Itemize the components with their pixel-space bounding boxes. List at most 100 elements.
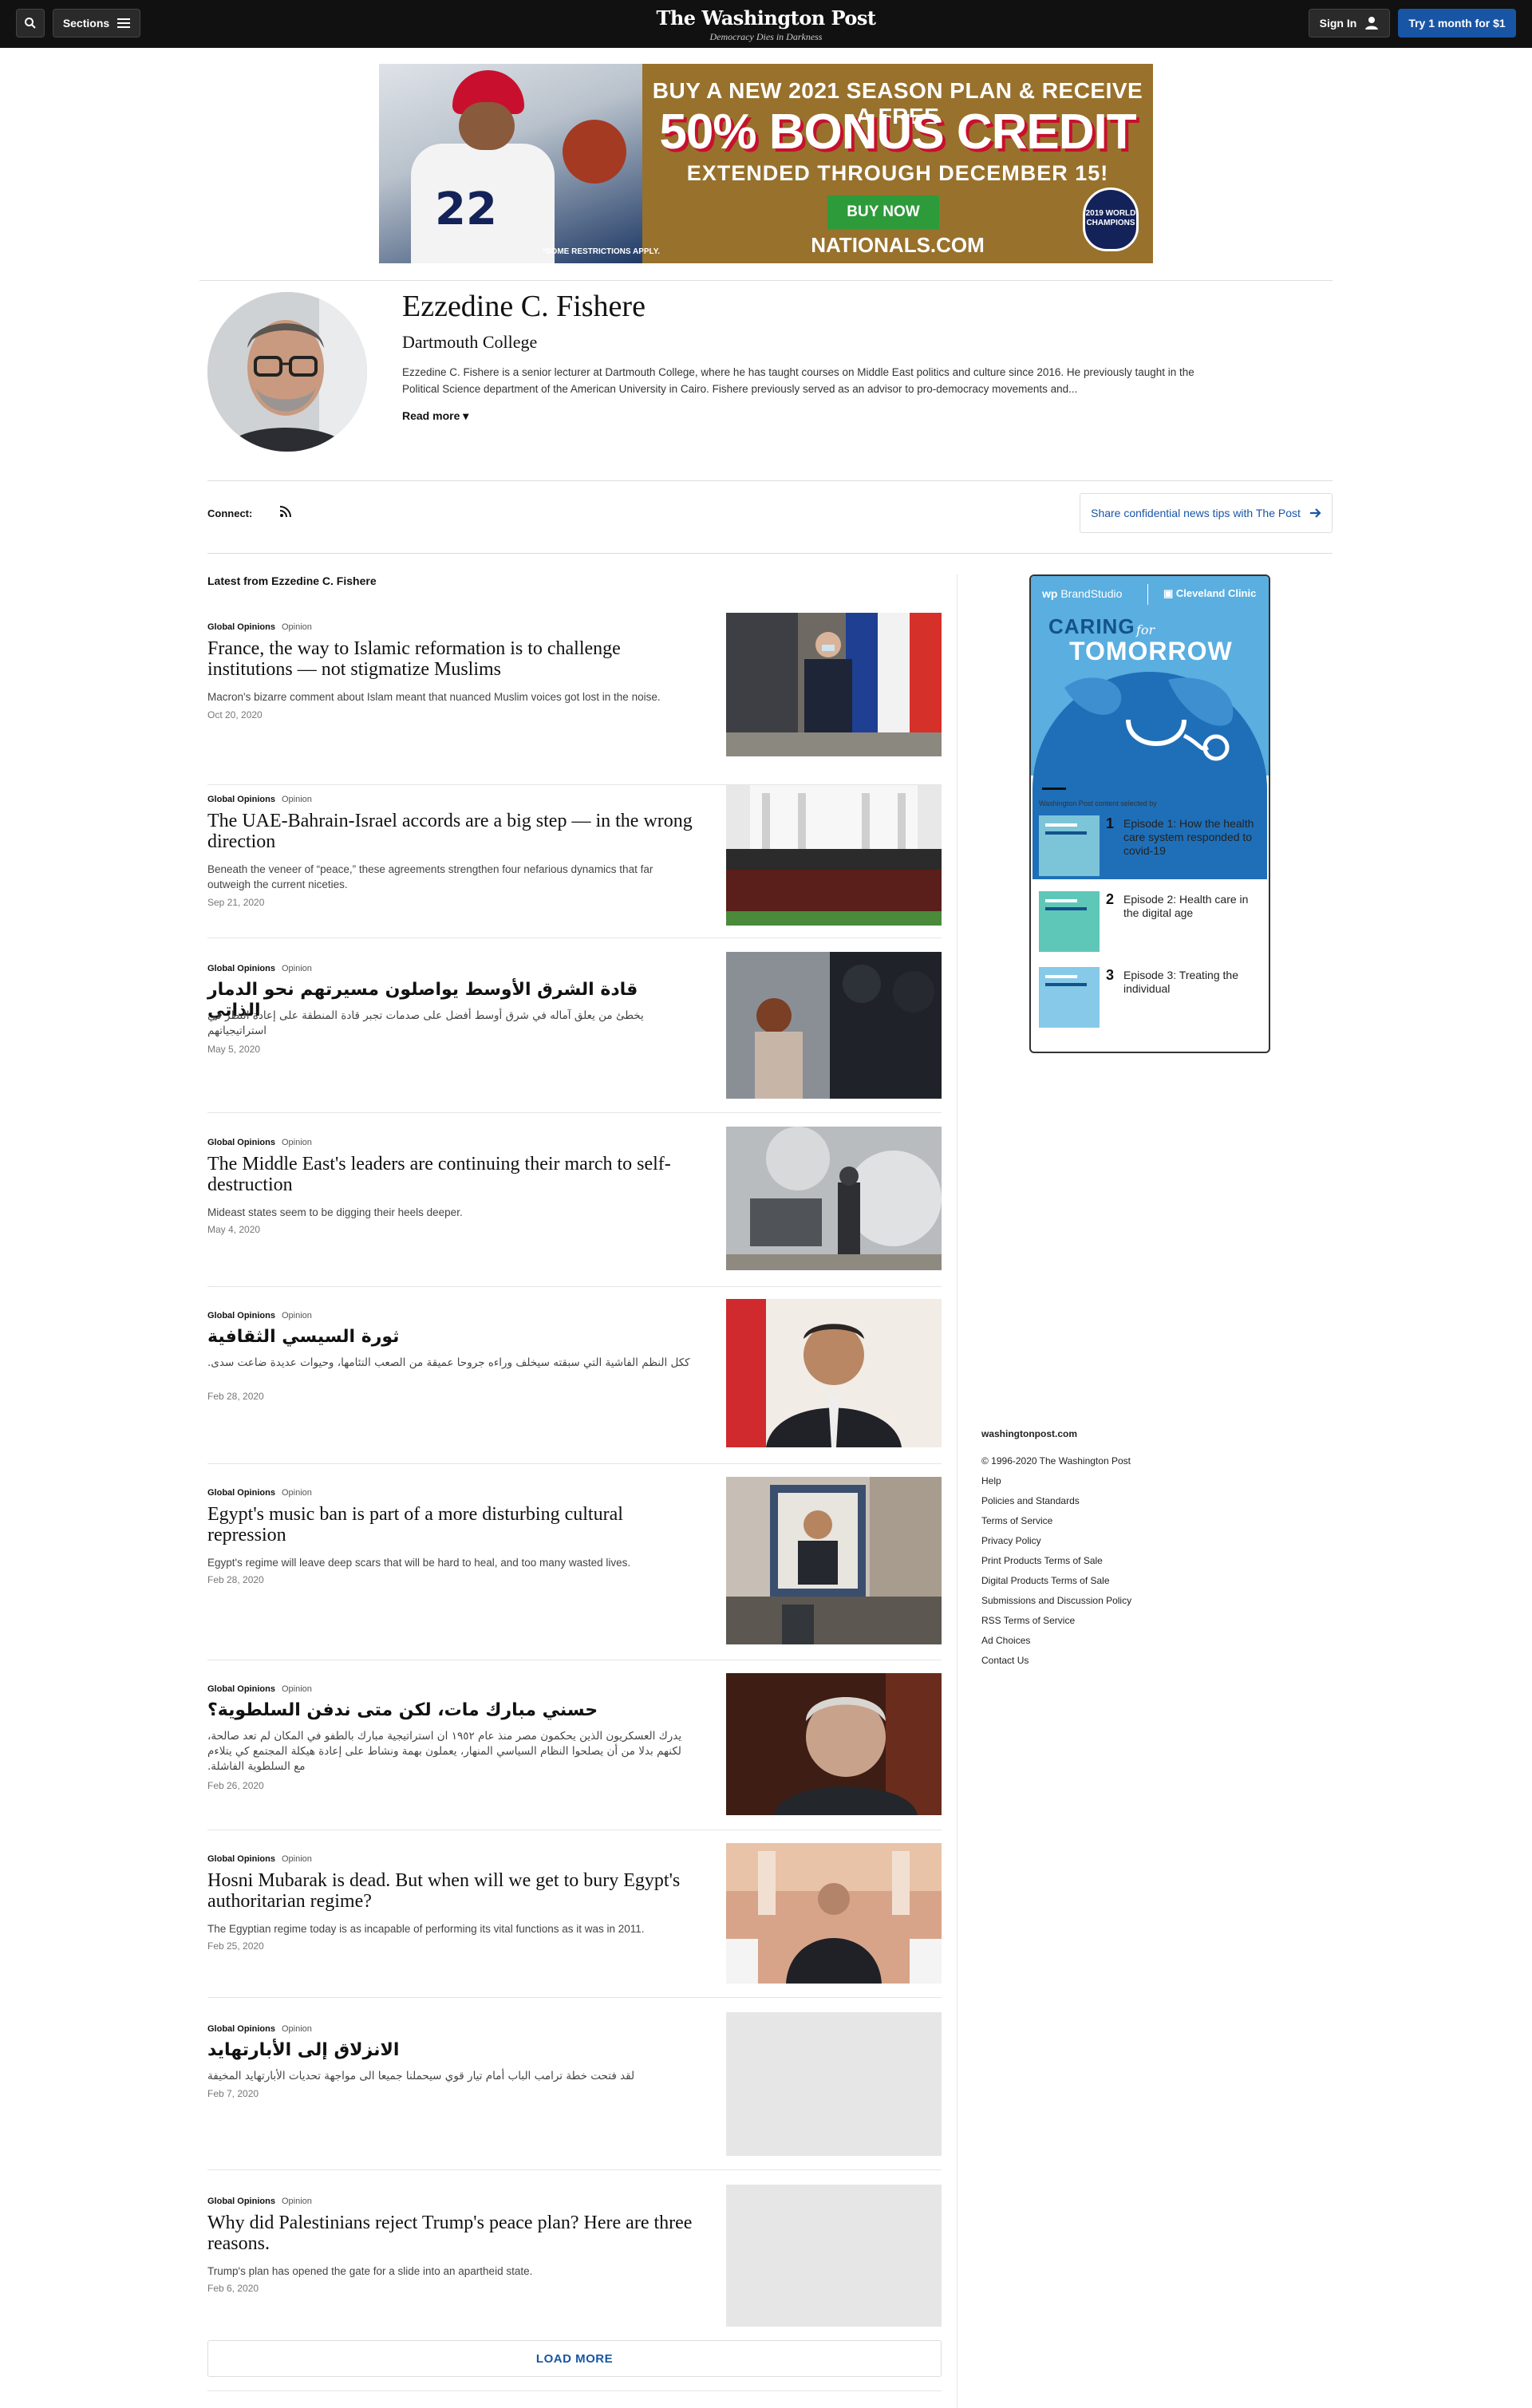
article-kicker: Global Opinions Opinion (207, 1138, 312, 1147)
article-item[interactable]: Global Opinions Opinion The UAE-Bahrain-I… (207, 785, 942, 946)
ad-buy-now-button[interactable]: BUY NOW (827, 195, 939, 229)
article-headline[interactable]: The Middle East's leaders are continuing… (207, 1154, 694, 1195)
article-blurb: لقد فتحت خطة ترامب الباب أمام تيار قوي س… (207, 2070, 635, 2082)
article-thumbnail[interactable] (726, 1843, 942, 1984)
article-thumbnail[interactable] (726, 952, 942, 1099)
divider (207, 1463, 942, 1464)
article-thumbnail[interactable] (726, 1673, 942, 1815)
article-section[interactable]: Global Opinions (207, 2024, 275, 2034)
news-tips-button[interactable]: Share confidential news tips with The Po… (1080, 493, 1333, 533)
article-thumbnail[interactable] (726, 613, 942, 756)
article-item[interactable]: Global Opinions Opinion Hosni Mubarak is … (207, 1843, 942, 1998)
divider (207, 2390, 942, 2391)
article-item[interactable]: Global Opinions Opinion قادة الشرق الأوسط… (207, 952, 942, 1115)
article-item[interactable]: Global Opinions Opinion Why did Palestini… (207, 2185, 942, 2340)
article-section[interactable]: Global Opinions (207, 964, 275, 973)
article-thumbnail[interactable] (726, 1127, 942, 1270)
article-item[interactable]: Global Opinions Opinion The Middle East's… (207, 1127, 942, 1281)
footer-link-policies[interactable]: Policies and Standards (981, 1491, 1221, 1511)
partner-name: Cleveland Clinic (1175, 587, 1257, 599)
episode-item[interactable]: 2 Episode 2: Health care in the digital … (1039, 891, 1262, 952)
article-kicker: Global Opinions Opinion (207, 795, 312, 804)
hamburger-icon (117, 18, 131, 28)
episode-item[interactable]: 3 Episode 3: Treating the individual (1039, 967, 1262, 1028)
read-more-link[interactable]: Read more ▾ (402, 409, 468, 423)
article-blurb: Beneath the veneer of “peace,” these agr… (207, 863, 653, 890)
footer-link-help[interactable]: Help (981, 1471, 1221, 1491)
divider (1042, 788, 1066, 790)
article-item[interactable]: Global Opinions Opinion ثورة السيسي الثقا… (207, 1299, 942, 1463)
article-blurb: ككل النظم الفاشية التي سبقته سيخلف وراءه… (207, 1356, 690, 1369)
article-headline[interactable]: Hosni Mubarak is dead. But when will we … (207, 1870, 694, 1912)
episode-title[interactable]: Episode 2: Health care in the digital ag… (1123, 893, 1259, 920)
article-section[interactable]: Global Opinions (207, 795, 275, 804)
footer-link-print-terms[interactable]: Print Products Terms of Sale (981, 1551, 1221, 1571)
article-section[interactable]: Global Opinions (207, 1684, 275, 1694)
episode-item[interactable]: 1 Episode 1: How the health care system … (1039, 815, 1262, 876)
footer-link-privacy[interactable]: Privacy Policy (981, 1531, 1221, 1551)
article-section[interactable]: Global Opinions (207, 1138, 275, 1147)
article-headline[interactable]: Why did Palestinians reject Trump's peac… (207, 2213, 694, 2254)
article-type: Opinion (281, 622, 312, 632)
footer-link-submissions[interactable]: Submissions and Discussion Policy (981, 1591, 1221, 1611)
article-headline[interactable]: ثورة السيسي الثقافية (207, 1327, 694, 1348)
article-kicker: Global Opinions Opinion (207, 2024, 312, 2034)
article-thumbnail[interactable] (726, 785, 942, 926)
article-section[interactable]: Global Opinions (207, 1488, 275, 1498)
divider (207, 480, 1333, 481)
article-section[interactable]: Global Opinions (207, 2197, 275, 2206)
article-kicker: Global Opinions Opinion (207, 1311, 312, 1320)
footer-link-rss-terms[interactable]: RSS Terms of Service (981, 1611, 1221, 1631)
ad-headline-2: 50% BONUS CREDIT (659, 105, 1136, 160)
divider (199, 280, 1333, 281)
masthead-logo[interactable]: The Washington Post Democracy Dies in Da… (606, 6, 926, 43)
article-item[interactable]: Global Opinions Opinion الانزلاق إلى الأب… (207, 2012, 942, 2168)
article-blurb: Egypt's regime will leave deep scars tha… (207, 1557, 631, 1569)
article-headline[interactable]: حسني مبارك مات، لكن متى ندفن السلطوية؟ (207, 1700, 694, 1721)
load-more-button[interactable]: LOAD MORE (207, 2340, 942, 2377)
article-type: Opinion (281, 1684, 312, 1694)
news-tips-label: Share confidential news tips with The Po… (1091, 507, 1301, 519)
footer-link-ad-choices[interactable]: Ad Choices (981, 1631, 1221, 1651)
subscribe-trial-button[interactable]: Try 1 month for $1 (1398, 9, 1516, 38)
arrow-right-icon (1309, 508, 1321, 518)
episode-title[interactable]: Episode 1: How the health care system re… (1123, 817, 1259, 858)
article-section[interactable]: Global Opinions (207, 622, 275, 632)
advertisement-banner[interactable]: 22 BUY A NEW 2021 SEASON PLAN & RECEIVE … (379, 64, 1153, 263)
article-item[interactable]: Global Opinions Opinion France, the way t… (207, 613, 942, 766)
article-headline[interactable]: The UAE-Bahrain-Israel accords are a big… (207, 811, 694, 852)
article-item[interactable]: Global Opinions Opinion Egypt's music ban… (207, 1477, 942, 1656)
divider (207, 2169, 942, 2170)
footer-links: washingtonpost.com © 1996-2020 The Washi… (981, 1424, 1221, 1671)
article-thumbnail-placeholder[interactable] (726, 2012, 942, 2156)
rss-icon[interactable] (279, 505, 292, 518)
sign-in-button[interactable]: Sign In (1309, 9, 1390, 38)
ad-headline-3: EXTENDED THROUGH DECEMBER 15! (686, 161, 1109, 185)
episode-title[interactable]: Episode 3: Treating the individual (1123, 969, 1259, 996)
article-item[interactable]: Global Opinions Opinion حسني مبارك مات، ل… (207, 1673, 942, 1828)
article-blurb: يخطئ من يعلق آماله في شرق أوسط أفضل على … (207, 1009, 644, 1037)
footer-link-digital-terms[interactable]: Digital Products Terms of Sale (981, 1571, 1221, 1591)
sections-menu-button[interactable]: Sections (53, 9, 140, 38)
article-headline[interactable]: France, the way to Islamic reformation i… (207, 638, 694, 680)
article-headline[interactable]: الانزلاق إلى الأبارتهايد (207, 2040, 694, 2061)
article-headline[interactable]: Egypt's music ban is part of a more dist… (207, 1504, 694, 1545)
article-thumbnail[interactable] (726, 1299, 942, 1447)
footer-link-contact[interactable]: Contact Us (981, 1651, 1221, 1671)
search-button[interactable] (16, 9, 45, 38)
sign-in-label: Sign In (1319, 17, 1357, 30)
article-section[interactable]: Global Opinions (207, 1311, 275, 1320)
article-section[interactable]: Global Opinions (207, 1854, 275, 1864)
episode-number: 2 (1106, 891, 1115, 907)
episode-thumbnail (1039, 815, 1100, 876)
footer-link-terms[interactable]: Terms of Service (981, 1511, 1221, 1531)
wp-logo-mark: wp (1042, 587, 1058, 600)
article-kicker: Global Opinions Opinion (207, 964, 312, 973)
footer-site[interactable]: washingtonpost.com (981, 1424, 1221, 1444)
episode-thumbnail (1039, 967, 1100, 1028)
brand-studio-widget[interactable]: wp BrandStudio ▣ Cleveland Clinic CARING… (1029, 574, 1270, 1053)
article-type: Opinion (281, 1138, 312, 1147)
article-thumbnail[interactable] (726, 1477, 942, 1644)
article-thumbnail-placeholder[interactable] (726, 2185, 942, 2327)
brand-studio-logo: wp BrandStudio (1042, 587, 1122, 600)
